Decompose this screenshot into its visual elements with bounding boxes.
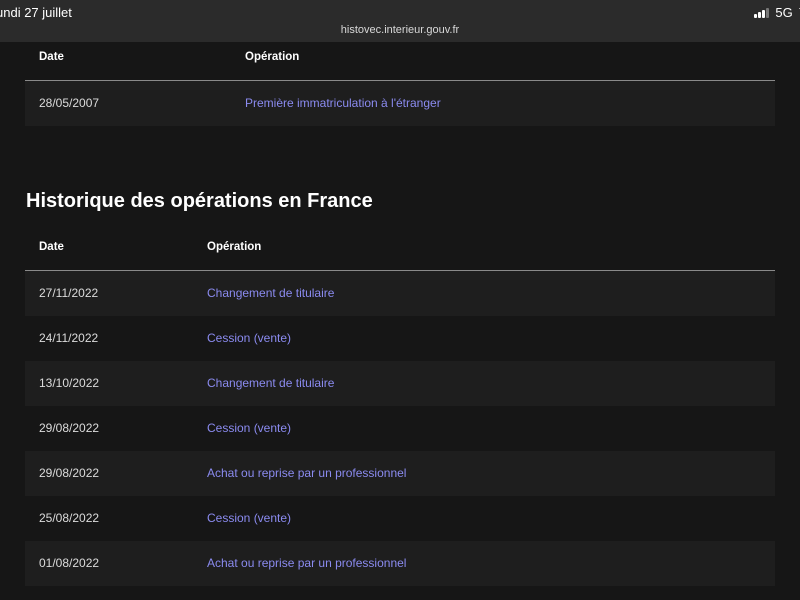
table-row: 01/08/2022 Achat ou reprise par un profe… — [25, 541, 775, 586]
row-operation-link[interactable]: Achat ou reprise par un professionnel — [207, 556, 406, 570]
page-content: Date Opération 28/05/2007 Première immat… — [0, 42, 800, 600]
row-operation-link[interactable]: Cession (vente) — [207, 511, 291, 525]
status-indicators: 5G 7 — [754, 5, 800, 20]
row-date: 29/08/2022 — [39, 421, 100, 435]
status-time: undi 27 juillet — [0, 5, 72, 20]
row-date: 27/11/2022 — [39, 286, 99, 300]
row-date: 25/08/2022 — [39, 511, 100, 525]
table-row: 28/05/2007 Première immatriculation à l'… — [25, 81, 775, 126]
table-row: 24/11/2022 Cession (vente) — [25, 316, 775, 361]
row-operation-link[interactable]: Changement de titulaire — [207, 286, 334, 300]
signal-icon — [754, 7, 770, 18]
table-row: 29/08/2022 Cession (vente) — [25, 406, 775, 451]
row-operation-link[interactable]: Achat ou reprise par un professionnel — [207, 466, 406, 480]
table-row: 29/08/2022 Achat ou reprise par un profe… — [25, 451, 775, 496]
row-date: 13/10/2022 — [39, 376, 100, 390]
table-row: 13/10/2022 Changement de titulaire — [25, 361, 775, 406]
row-operation-link[interactable]: Cession (vente) — [207, 421, 291, 435]
table-header: Date Opération — [25, 42, 775, 81]
row-operation-link[interactable]: Cession (vente) — [207, 331, 291, 345]
section-title: Historique des opérations en France — [26, 190, 373, 212]
france-operations-table: Date Opération 27/11/2022 Changement de … — [25, 232, 775, 586]
header-operation: Opération — [207, 241, 262, 253]
table-row: 25/08/2022 Cession (vente) — [25, 496, 775, 541]
browser-chrome: undi 27 juillet 5G 7 histovec.interieur.… — [0, 0, 800, 42]
table-header: Date Opération — [25, 232, 775, 271]
url-bar[interactable]: histovec.interieur.gouv.fr — [0, 24, 800, 36]
header-operation: Opération — [245, 51, 300, 63]
row-date: 24/11/2022 — [39, 331, 99, 345]
header-date: Date — [39, 241, 64, 253]
network-label: 5G — [775, 5, 793, 20]
row-operation-link[interactable]: Changement de titulaire — [207, 376, 334, 390]
row-operation-link[interactable]: Première immatriculation à l'étranger — [245, 96, 441, 110]
table-row: 27/11/2022 Changement de titulaire — [25, 271, 775, 316]
foreign-operations-table: Date Opération 28/05/2007 Première immat… — [25, 42, 775, 126]
header-date: Date — [39, 51, 64, 63]
row-date: 01/08/2022 — [39, 556, 100, 570]
row-date: 28/05/2007 — [39, 96, 100, 110]
row-date: 29/08/2022 — [39, 466, 100, 480]
